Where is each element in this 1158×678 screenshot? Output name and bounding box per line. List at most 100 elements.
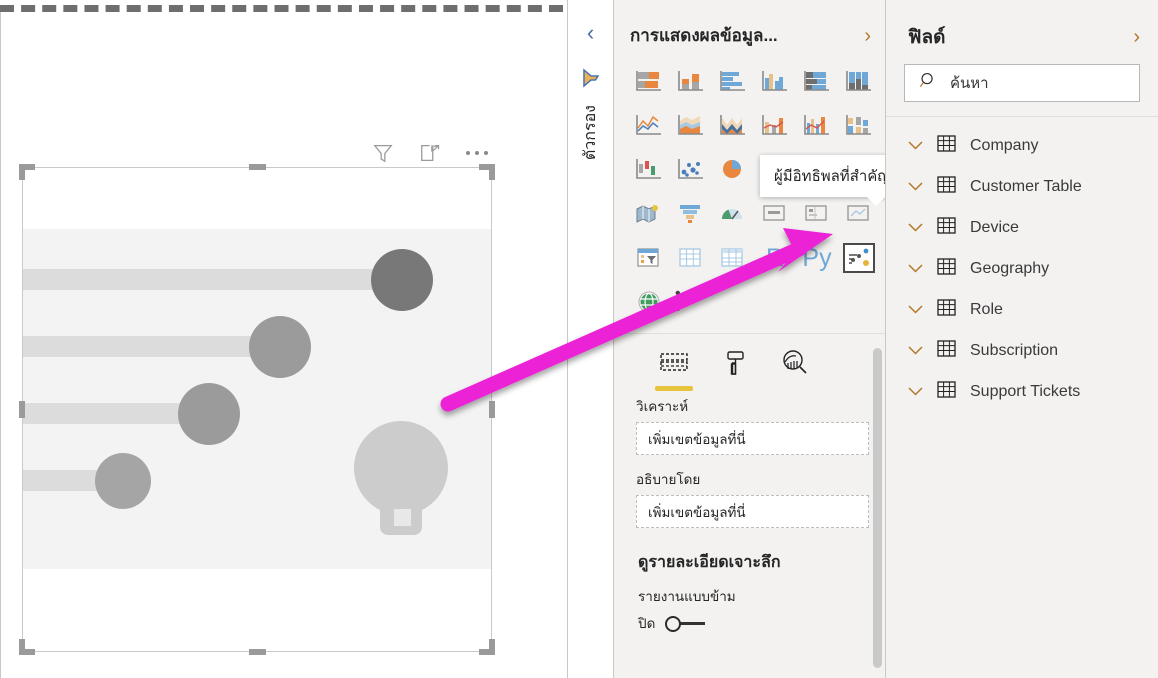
- format-tab[interactable]: [720, 348, 750, 391]
- fields-tab[interactable]: [655, 350, 693, 391]
- placeholder-bubble: [371, 249, 433, 311]
- 100-stacked-bar-chart-icon[interactable]: [796, 61, 838, 103]
- funnel-icon[interactable]: [579, 66, 603, 95]
- visual-pane-tabs: [614, 334, 885, 391]
- lightbulb-head: [354, 421, 448, 515]
- placeholder-bubble: [95, 453, 151, 509]
- scatter-chart-icon[interactable]: [670, 149, 712, 191]
- ribbon-chart-icon[interactable]: [838, 105, 880, 147]
- line-and-stacked-column-chart-icon[interactable]: [754, 105, 796, 147]
- resize-handle-top-left[interactable]: [19, 164, 35, 180]
- chevron-down-icon[interactable]: [908, 137, 923, 155]
- chevron-down-icon[interactable]: [908, 219, 923, 237]
- visualizations-pane-header: การแสดงผลข้อมูล... ›: [614, 0, 885, 61]
- drillthrough-section-title: ดูรายละเอียดเจาะลึก: [638, 554, 781, 571]
- field-table-subscription[interactable]: Subscription: [886, 330, 1158, 371]
- table-name: Geography: [970, 259, 1050, 277]
- table-icon: [937, 216, 956, 239]
- analyze-well-dropzone[interactable]: เพิ่มเขตข้อมูลที่นี่: [636, 422, 869, 455]
- resize-handle-middle-left[interactable]: [19, 401, 25, 418]
- py-visual-label: Py: [802, 243, 832, 272]
- search-input[interactable]: ค้นหา: [904, 64, 1140, 102]
- fields-pane-title: ฟิลด์: [908, 27, 946, 48]
- visualizations-pane-title: การแสดงผลข้อมูล...: [630, 26, 778, 45]
- line-chart-icon[interactable]: [628, 105, 670, 147]
- clustered-bar-chart-icon[interactable]: [712, 61, 754, 103]
- fields-table-list: Company Customer Table Device Geography: [886, 117, 1158, 412]
- python-visual-icon[interactable]: Py: [796, 237, 838, 279]
- 100-stacked-column-chart-icon[interactable]: [838, 61, 880, 103]
- matrix-icon[interactable]: [712, 237, 754, 279]
- chevron-down-icon[interactable]: [908, 178, 923, 196]
- more-options-icon[interactable]: [464, 140, 490, 166]
- explain-by-well-label: อธิบายโดย: [636, 472, 701, 487]
- resize-handle-top-right[interactable]: [479, 164, 495, 180]
- field-table-support-tickets[interactable]: Support Tickets: [886, 371, 1158, 412]
- resize-handle-bottom-center[interactable]: [249, 649, 266, 655]
- table-icon[interactable]: [670, 237, 712, 279]
- table-name: Customer Table: [970, 177, 1082, 195]
- focus-mode-icon[interactable]: [417, 140, 443, 166]
- field-table-geography[interactable]: Geography: [886, 248, 1158, 289]
- resize-handle-middle-right[interactable]: [489, 401, 495, 418]
- cross-report-label: รายงานแบบข้าม: [638, 589, 736, 604]
- line-and-clustered-column-chart-icon[interactable]: [796, 105, 838, 147]
- filter-icon[interactable]: [370, 140, 396, 166]
- resize-handle-top-center[interactable]: [249, 164, 266, 170]
- chevron-down-icon[interactable]: [908, 383, 923, 401]
- table-icon: [937, 339, 956, 362]
- filters-pane-collapsed[interactable]: ‹ ตัวกรอง: [568, 0, 614, 678]
- key-influencers-tooltip: ผู้มีอิทธิพลที่สำคัญ: [760, 155, 885, 206]
- analytics-tab[interactable]: [780, 348, 810, 391]
- expand-filters-chevron-icon[interactable]: ‹: [587, 22, 594, 44]
- more-visuals-label: • • •: [675, 285, 697, 318]
- chevron-down-icon[interactable]: [908, 260, 923, 278]
- stacked-bar-chart-icon[interactable]: [628, 61, 670, 103]
- chevron-down-icon[interactable]: [908, 342, 923, 360]
- stacked-area-chart-icon[interactable]: [712, 105, 754, 147]
- resize-handle-bottom-right[interactable]: [479, 639, 495, 655]
- r-script-visual-icon[interactable]: R: [754, 237, 796, 279]
- key-influencers-placeholder-visual[interactable]: [19, 164, 495, 655]
- active-tab-underline: [655, 386, 693, 391]
- chevron-down-icon[interactable]: [908, 301, 923, 319]
- visualizations-pane-scrollbar[interactable]: [873, 348, 882, 668]
- key-influencers-icon[interactable]: [838, 237, 880, 279]
- collapse-fields-chevron-icon[interactable]: ›: [1133, 27, 1140, 47]
- lightbulb-icon: [354, 421, 448, 541]
- field-table-role[interactable]: Role: [886, 289, 1158, 330]
- field-table-company[interactable]: Company: [886, 125, 1158, 166]
- table-name: Subscription: [970, 341, 1059, 359]
- collapse-visualizations-chevron-icon[interactable]: ›: [864, 26, 871, 46]
- canvas-top-dashed-border: [0, 5, 563, 12]
- lightbulb-notch: [394, 509, 411, 526]
- analyze-well-label: วิเคราะห์: [636, 399, 689, 414]
- card-icon[interactable]: [754, 193, 796, 235]
- resize-handle-bottom-left[interactable]: [19, 639, 35, 655]
- filled-map-icon[interactable]: [628, 193, 670, 235]
- area-chart-icon[interactable]: [670, 105, 712, 147]
- visual-header-toolbar: [370, 138, 490, 168]
- field-table-device[interactable]: Device: [886, 207, 1158, 248]
- table-icon: [937, 380, 956, 403]
- field-table-customer-table[interactable]: Customer Table: [886, 166, 1158, 207]
- toggle-knob: [665, 616, 682, 632]
- pie-chart-icon[interactable]: [712, 149, 754, 191]
- table-icon: [937, 298, 956, 321]
- visual-plot-area: [23, 229, 491, 569]
- multi-row-card-icon[interactable]: [796, 193, 838, 235]
- waterfall-chart-icon[interactable]: [628, 149, 670, 191]
- stacked-column-chart-icon[interactable]: [670, 61, 712, 103]
- clustered-column-chart-icon[interactable]: [754, 61, 796, 103]
- arcgis-map-icon[interactable]: [628, 281, 670, 323]
- slicer-icon[interactable]: [628, 237, 670, 279]
- more-visuals-icon[interactable]: • • •: [670, 281, 712, 323]
- report-canvas[interactable]: [0, 0, 568, 678]
- explain-by-well-dropzone[interactable]: เพิ่มเขตข้อมูลที่นี่: [636, 495, 869, 528]
- cross-report-toggle[interactable]: [665, 616, 707, 632]
- funnel-chart-icon[interactable]: [670, 193, 712, 235]
- placeholder-bubble: [178, 383, 240, 445]
- gauge-icon[interactable]: [712, 193, 754, 235]
- table-icon: [937, 257, 956, 280]
- cross-report-toggle-state: ปิด: [638, 616, 656, 631]
